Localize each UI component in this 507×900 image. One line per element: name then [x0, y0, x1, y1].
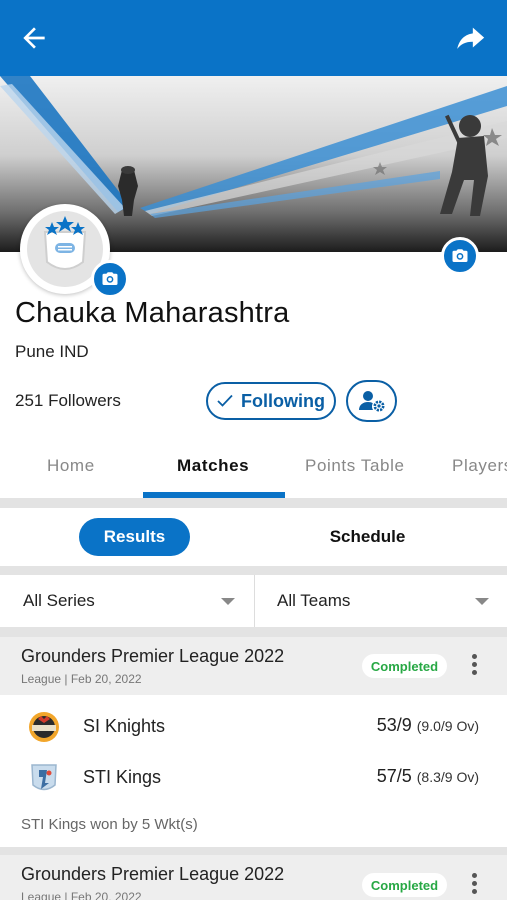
app-bar — [0, 0, 507, 76]
tab-matches[interactable]: Matches — [177, 456, 249, 476]
results-toggle[interactable]: Results — [79, 518, 190, 556]
status-badge: Completed — [362, 654, 447, 678]
team-score-row[interactable]: SI Knights 53/9 (9.0/9 Ov) — [0, 702, 507, 752]
si-knights-logo — [29, 712, 59, 742]
match-result: STI Kings won by 5 Wkt(s) — [21, 816, 198, 833]
followers-count[interactable]: 251 Followers — [15, 391, 121, 411]
tab-points-table[interactable]: Points Table — [305, 456, 405, 476]
match-card-header[interactable]: Grounders Premier League 2022 League | F… — [0, 855, 507, 900]
team-name: STI Kings — [83, 767, 162, 787]
following-label: Following — [241, 390, 325, 411]
series-filter-value: All Series — [23, 591, 95, 610]
match-title: Grounders Premier League 2022 — [21, 646, 285, 666]
caret-down-icon — [221, 598, 235, 605]
match-card-header[interactable]: Grounders Premier League 2022 League | F… — [0, 637, 507, 695]
divider — [0, 498, 507, 508]
camera-icon — [452, 249, 468, 262]
divider — [0, 627, 507, 637]
share-arrow-icon[interactable] — [453, 22, 487, 56]
overs: (9.0/9 Ov) — [416, 718, 479, 734]
match-title: Grounders Premier League 2022 — [21, 864, 285, 884]
teams-filter-dropdown[interactable]: All Teams — [254, 575, 507, 627]
more-options-icon[interactable] — [469, 873, 479, 897]
teams-filter-value: All Teams — [277, 591, 351, 610]
series-filter-dropdown[interactable]: All Series — [0, 575, 253, 627]
match-meta: League | Feb 20, 2022 — [21, 672, 142, 686]
check-icon — [217, 394, 233, 407]
manage-admins-button[interactable] — [346, 380, 397, 422]
more-options-icon[interactable] — [469, 654, 479, 678]
tab-bar: Home Matches Points Table Players — [0, 440, 507, 498]
team-score: 57/5 (8.3/9 Ov) — [377, 766, 479, 787]
camera-icon — [102, 272, 118, 285]
runs: 53/9 — [376, 715, 412, 735]
arrow-left-icon[interactable] — [18, 22, 50, 54]
cover-camera-button[interactable] — [441, 237, 479, 275]
team-score-row[interactable]: STI Kings 57/5 (8.3/9 Ov) — [0, 753, 507, 803]
caret-down-icon — [475, 598, 489, 605]
team-location: Pune IND — [15, 342, 89, 361]
schedule-toggle[interactable]: Schedule — [310, 518, 425, 556]
sti-kings-logo — [31, 764, 57, 791]
tab-home[interactable]: Home — [47, 456, 95, 476]
divider — [0, 566, 507, 575]
team-name: Chauka Maharashtra — [15, 297, 290, 329]
following-button[interactable]: Following — [206, 382, 336, 420]
match-meta: League | Feb 20, 2022 — [21, 890, 142, 900]
status-badge: Completed — [362, 873, 447, 897]
team-score: 53/9 (9.0/9 Ov) — [377, 715, 479, 736]
user-settings-icon — [358, 391, 384, 412]
overs: (8.3/9 Ov) — [416, 769, 479, 785]
divider — [0, 847, 507, 855]
team-name: SI Knights — [83, 716, 166, 736]
runs: 57/5 — [376, 766, 412, 786]
tab-players[interactable]: Players — [452, 456, 507, 476]
logo-camera-button[interactable] — [91, 260, 129, 298]
